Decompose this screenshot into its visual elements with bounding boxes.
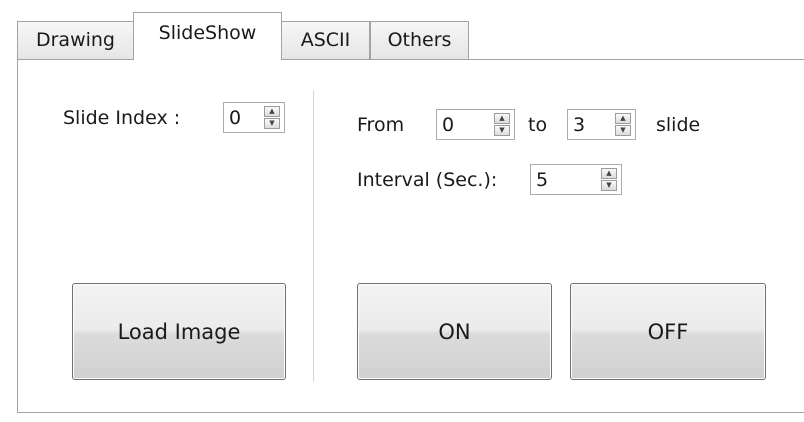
to-down-arrow-icon[interactable]: ▼ xyxy=(615,125,631,136)
interval-up-arrow-icon[interactable]: ▲ xyxy=(601,168,617,179)
slideshow-window: Drawing SlideShow ASCII Others Slide Ind… xyxy=(0,0,804,422)
interval-down-arrow-icon[interactable]: ▼ xyxy=(601,180,617,191)
tab-slideshow[interactable]: SlideShow xyxy=(133,12,282,60)
from-spinner[interactable]: 0 ▲ ▼ xyxy=(436,109,515,140)
slide-index-spinner[interactable]: 0 ▲ ▼ xyxy=(223,102,285,133)
interval-arrows: ▲ ▼ xyxy=(601,168,617,191)
load-image-button[interactable]: Load Image xyxy=(72,283,286,380)
slide-index-arrows: ▲ ▼ xyxy=(264,106,280,129)
slide-index-up-arrow-icon[interactable]: ▲ xyxy=(264,106,280,117)
to-up-arrow-icon[interactable]: ▲ xyxy=(615,113,631,124)
off-button[interactable]: OFF xyxy=(570,283,766,380)
interval-spinner[interactable]: 5 ▲ ▼ xyxy=(530,164,622,195)
from-down-arrow-icon[interactable]: ▼ xyxy=(494,125,510,136)
interval-label: Interval (Sec.): xyxy=(357,169,498,191)
tab-others[interactable]: Others xyxy=(370,21,469,59)
from-value: 0 xyxy=(442,114,455,136)
to-value: 3 xyxy=(573,114,586,136)
from-arrows: ▲ ▼ xyxy=(494,113,510,136)
tab-drawing[interactable]: Drawing xyxy=(17,21,133,59)
slide-index-value: 0 xyxy=(229,107,242,129)
tab-ascii[interactable]: ASCII xyxy=(282,21,370,59)
to-label: to xyxy=(528,114,548,136)
interval-value: 5 xyxy=(536,169,549,191)
on-button[interactable]: ON xyxy=(357,283,552,380)
slide-label: slide xyxy=(656,114,701,136)
from-label: From xyxy=(357,114,405,136)
slide-index-label: Slide Index : xyxy=(63,107,181,129)
to-arrows: ▲ ▼ xyxy=(615,113,631,136)
slide-index-down-arrow-icon[interactable]: ▼ xyxy=(264,118,280,129)
from-up-arrow-icon[interactable]: ▲ xyxy=(494,113,510,124)
to-spinner[interactable]: 3 ▲ ▼ xyxy=(567,109,636,140)
section-divider xyxy=(313,90,314,382)
